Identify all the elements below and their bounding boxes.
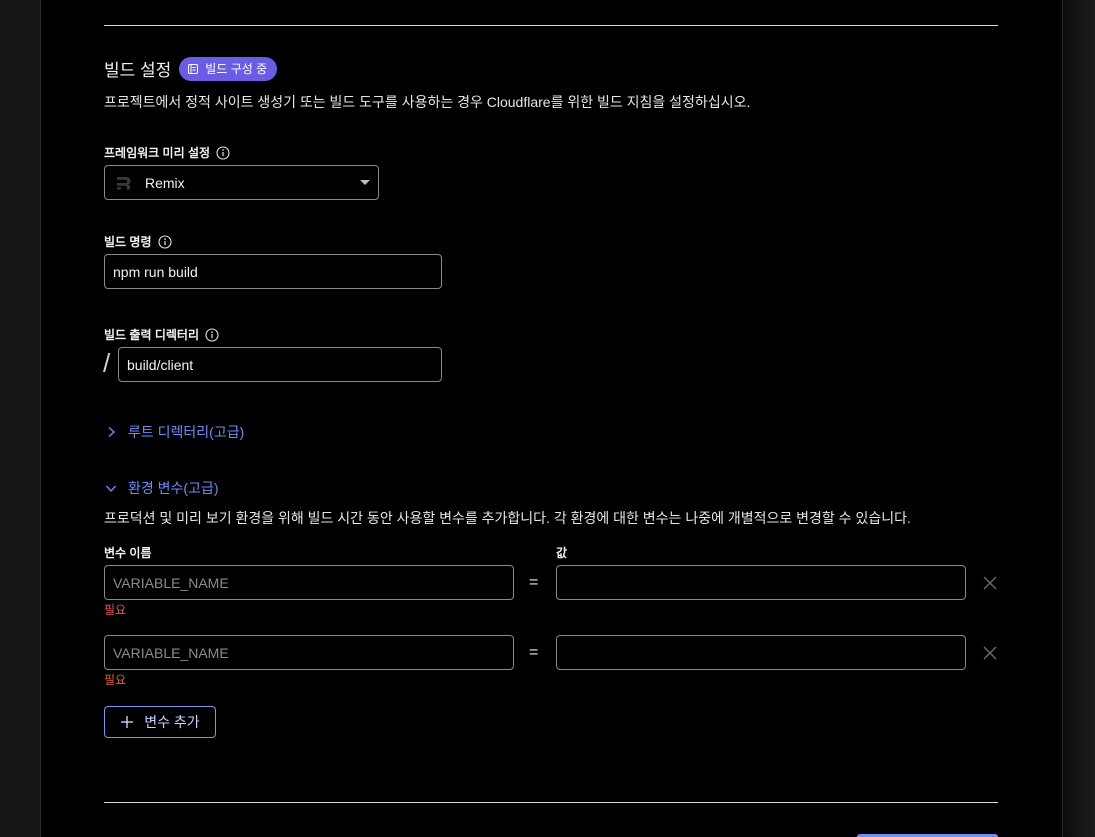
framework-selected-value: Remix xyxy=(145,174,185,191)
framework-select[interactable]: Remix xyxy=(104,165,379,200)
info-icon[interactable] xyxy=(205,327,219,342)
required-error: 필요 xyxy=(104,603,127,617)
scrollbar-gutter xyxy=(1063,0,1095,837)
output-dir-input[interactable] xyxy=(118,347,442,382)
variable-name-input[interactable] xyxy=(104,565,514,600)
variable-value-input[interactable] xyxy=(556,565,966,600)
root-dir-label: 루트 디렉터리(고급) xyxy=(128,424,245,440)
add-variable-label: 변수 추가 xyxy=(144,714,200,730)
variable-value-input[interactable] xyxy=(556,635,966,670)
variable-name-input[interactable] xyxy=(104,635,514,670)
output-dir-prefix: / xyxy=(103,348,111,378)
env-vars-expander[interactable]: 환경 변수(고급) xyxy=(104,478,219,498)
build-command-label-text: 빌드 명령 xyxy=(104,235,152,249)
framework-label: 프레임워크 미리 설정 xyxy=(104,144,230,161)
remove-variable-icon[interactable] xyxy=(980,643,1000,663)
build-settings-title: 빌드 설정 xyxy=(104,61,172,80)
document-icon xyxy=(187,63,199,75)
chevron-right-icon xyxy=(108,426,116,438)
bottom-divider xyxy=(104,802,998,803)
badge-label: 빌드 구성 중 xyxy=(205,62,268,76)
equals-sign: = xyxy=(529,644,539,661)
output-dir-label: 빌드 출력 디렉터리 xyxy=(104,326,219,343)
required-error: 필요 xyxy=(104,673,127,687)
build-settings-heading: 빌드 설정 빌드 구성 중 xyxy=(104,56,278,81)
chevron-down-icon xyxy=(360,180,370,185)
plus-icon xyxy=(121,716,134,728)
variable-name-column-label: 변수 이름 xyxy=(104,546,152,560)
chevron-down-icon xyxy=(105,485,117,493)
env-vars-description: 프로덕션 및 미리 보기 환경을 위해 빌드 시간 동안 사용할 변수를 추가합… xyxy=(104,510,911,526)
framework-label-text: 프레임워크 미리 설정 xyxy=(104,146,211,160)
env-vars-label: 환경 변수(고급) xyxy=(128,480,219,496)
value-column-label: 값 xyxy=(556,546,568,560)
output-dir-label-text: 빌드 출력 디렉터리 xyxy=(104,328,199,342)
page: 빌드 설정 빌드 구성 중 프로젝트에서 정적 사이트 생성기 또는 빌드 도구… xyxy=(0,0,1095,837)
top-divider xyxy=(104,25,998,26)
add-variable-button[interactable]: 변수 추가 xyxy=(104,706,216,738)
build-settings-description: 프로젝트에서 정적 사이트 생성기 또는 빌드 도구를 사용하는 경우 Clou… xyxy=(104,94,751,110)
remove-variable-icon[interactable] xyxy=(980,573,1000,593)
build-config-badge: 빌드 구성 중 xyxy=(179,56,278,81)
info-icon[interactable] xyxy=(157,234,172,249)
info-icon[interactable] xyxy=(216,145,230,160)
equals-sign: = xyxy=(529,574,539,591)
build-command-label: 빌드 명령 xyxy=(104,233,172,250)
build-command-input[interactable] xyxy=(104,254,442,289)
root-dir-expander[interactable]: 루트 디렉터리(고급) xyxy=(104,422,244,442)
remix-logo-icon xyxy=(117,176,131,189)
